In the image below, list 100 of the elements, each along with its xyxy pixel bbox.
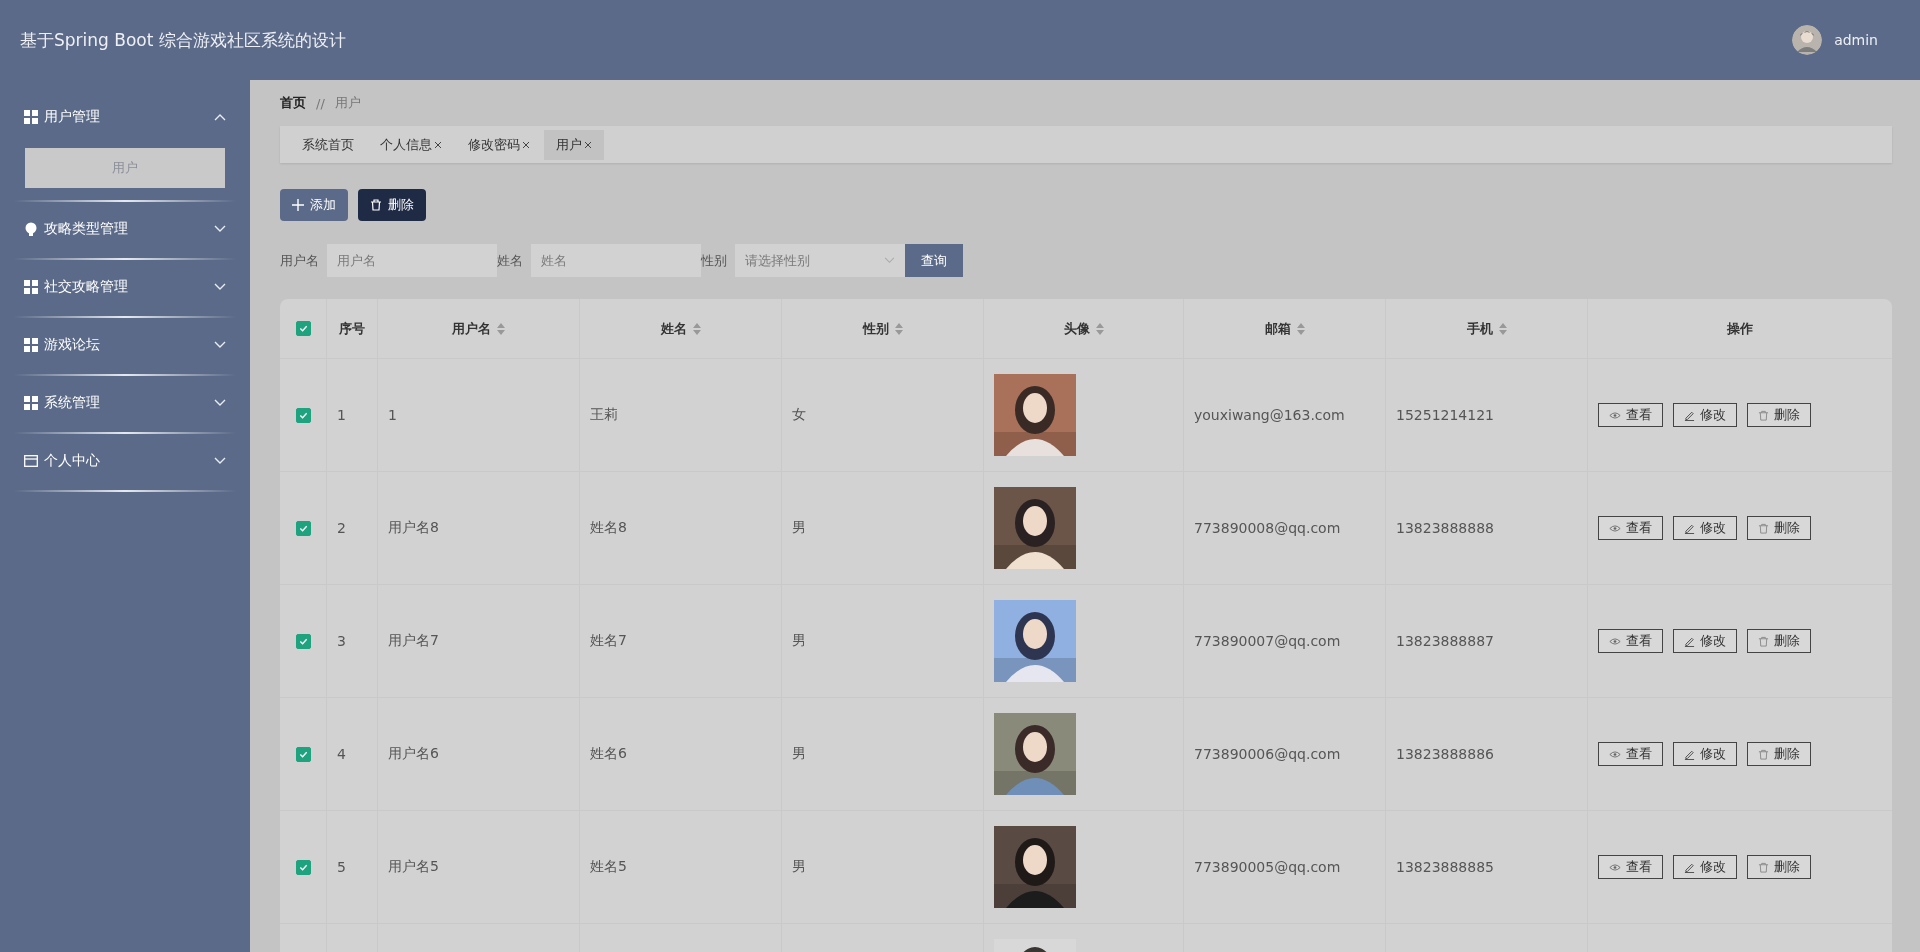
table-cell: 773890007@qq.com — [1194, 633, 1341, 649]
trash-icon — [1758, 522, 1769, 534]
edit-button[interactable]: 修改 — [1673, 629, 1737, 653]
pencil-icon — [1684, 861, 1695, 873]
edit-button[interactable]: 修改 — [1673, 742, 1737, 766]
column-header: 手机 — [1466, 319, 1493, 338]
view-button[interactable]: 查看 — [1598, 629, 1663, 653]
check-icon — [298, 862, 308, 872]
check-icon — [298, 523, 308, 533]
add-button[interactable]: 添加 — [280, 189, 348, 221]
checkbox[interactable] — [295, 746, 311, 762]
chevron-down-icon — [214, 341, 226, 349]
table-cell: 15251214121 — [1396, 407, 1494, 423]
menu-item[interactable]: 个人中心 — [14, 438, 236, 484]
menu-item[interactable]: 系统管理 — [14, 380, 236, 426]
sort-icon[interactable] — [1498, 322, 1507, 335]
delete-button[interactable]: 删除 — [1747, 516, 1811, 540]
filter-label: 姓名 — [497, 251, 523, 270]
table-cell: 男 — [792, 745, 806, 763]
close-icon[interactable] — [522, 140, 530, 149]
delete-button[interactable]: 删除 — [1747, 629, 1811, 653]
table-cell: 男 — [792, 519, 806, 537]
delete-button[interactable]: 删除 — [358, 189, 426, 221]
close-icon[interactable] — [434, 140, 442, 149]
check-icon — [298, 410, 308, 420]
menu-item[interactable]: 社交攻略管理 — [14, 264, 236, 310]
edit-button[interactable]: 修改 — [1673, 516, 1737, 540]
table-cell: 用户名6 — [388, 745, 439, 763]
breadcrumb-item: // — [316, 95, 325, 111]
grid-icon — [24, 110, 38, 124]
view-button[interactable]: 查看 — [1598, 516, 1663, 540]
chevron-down-icon — [214, 283, 226, 291]
edit-button[interactable]: 修改 — [1673, 855, 1737, 879]
view-button[interactable]: 查看 — [1598, 855, 1663, 879]
table-cell: 3 — [337, 633, 346, 649]
table-cell: 773890006@qq.com — [1194, 746, 1341, 762]
delete-button[interactable]: 删除 — [1747, 742, 1811, 766]
table-cell: 13823888888 — [1396, 520, 1494, 536]
eye-icon — [1609, 523, 1621, 533]
tab[interactable]: 个人信息 — [368, 129, 454, 160]
breadcrumb-item: 用户 — [334, 94, 361, 112]
search-button[interactable]: 查询 — [905, 244, 963, 277]
table-cell: 13823888886 — [1396, 746, 1494, 762]
chevron-down-icon — [214, 399, 226, 407]
tab[interactable]: 用户 — [544, 129, 604, 160]
input-field[interactable]: 用户名 — [327, 244, 497, 277]
input-field[interactable]: 姓名 — [531, 244, 701, 277]
sort-icon[interactable] — [1095, 322, 1104, 335]
breadcrumb-item[interactable]: 首页 — [280, 94, 306, 112]
column-header: 姓名 — [660, 319, 687, 338]
app-title: 基于Spring Boot 综合游戏社区系统的设计 — [20, 28, 346, 52]
table-cell: 用户名7 — [388, 632, 439, 650]
column-header: 序号 — [339, 319, 365, 338]
tab[interactable]: 系统首页 — [290, 129, 366, 160]
chevron-up-icon — [214, 113, 226, 121]
close-icon[interactable] — [584, 140, 592, 149]
checkbox[interactable] — [295, 407, 311, 423]
avatar-icon[interactable] — [1792, 25, 1823, 55]
table-cell: 女 — [792, 406, 806, 424]
table-cell: 13823888887 — [1396, 633, 1494, 649]
column-header: 用户名 — [452, 319, 491, 338]
checkbox[interactable] — [295, 859, 311, 875]
delete-button[interactable]: 删除 — [1747, 855, 1811, 879]
edit-button[interactable]: 修改 — [1673, 403, 1737, 427]
sort-icon[interactable] — [497, 322, 505, 335]
grid-icon — [24, 396, 38, 410]
checkbox[interactable] — [295, 321, 311, 336]
sort-icon[interactable] — [1296, 322, 1305, 335]
grid-icon — [24, 338, 38, 352]
table-cell: 13823888885 — [1396, 859, 1494, 875]
table-cell: 王莉 — [590, 406, 618, 424]
menu-item[interactable]: 游戏论坛 — [14, 322, 236, 368]
user-name[interactable]: admin — [1834, 32, 1878, 48]
sort-icon[interactable] — [894, 322, 903, 335]
table-cell: 男 — [792, 858, 806, 876]
table-cell: 姓名5 — [590, 858, 627, 876]
column-header: 操作 — [1727, 319, 1753, 338]
view-button[interactable]: 查看 — [1598, 403, 1663, 427]
tab[interactable]: 修改密码 — [456, 129, 542, 160]
menu-item[interactable]: 攻略类型管理 — [14, 206, 236, 252]
pencil-icon — [1684, 748, 1695, 760]
table-cell: 773890005@qq.com — [1194, 859, 1341, 875]
sort-icon[interactable] — [692, 322, 701, 335]
column-header: 邮箱 — [1264, 319, 1291, 338]
table-cell: 773890008@qq.com — [1194, 520, 1341, 536]
chevron-down-icon — [884, 257, 895, 264]
trash-icon — [1758, 409, 1769, 421]
delete-button[interactable]: 删除 — [1747, 403, 1811, 427]
table-cell: 男 — [792, 632, 806, 650]
check-icon — [298, 749, 308, 759]
pencil-icon — [1684, 522, 1695, 534]
menu-item[interactable]: 用户管理 — [14, 94, 236, 140]
table-cell: 1 — [337, 407, 346, 423]
checkbox[interactable] — [295, 633, 311, 649]
checkbox[interactable] — [295, 520, 311, 536]
eye-icon — [1609, 749, 1621, 759]
eye-icon — [1609, 410, 1621, 420]
plus-icon — [292, 199, 304, 211]
view-button[interactable]: 查看 — [1598, 742, 1663, 766]
table-cell: 1 — [388, 407, 397, 423]
